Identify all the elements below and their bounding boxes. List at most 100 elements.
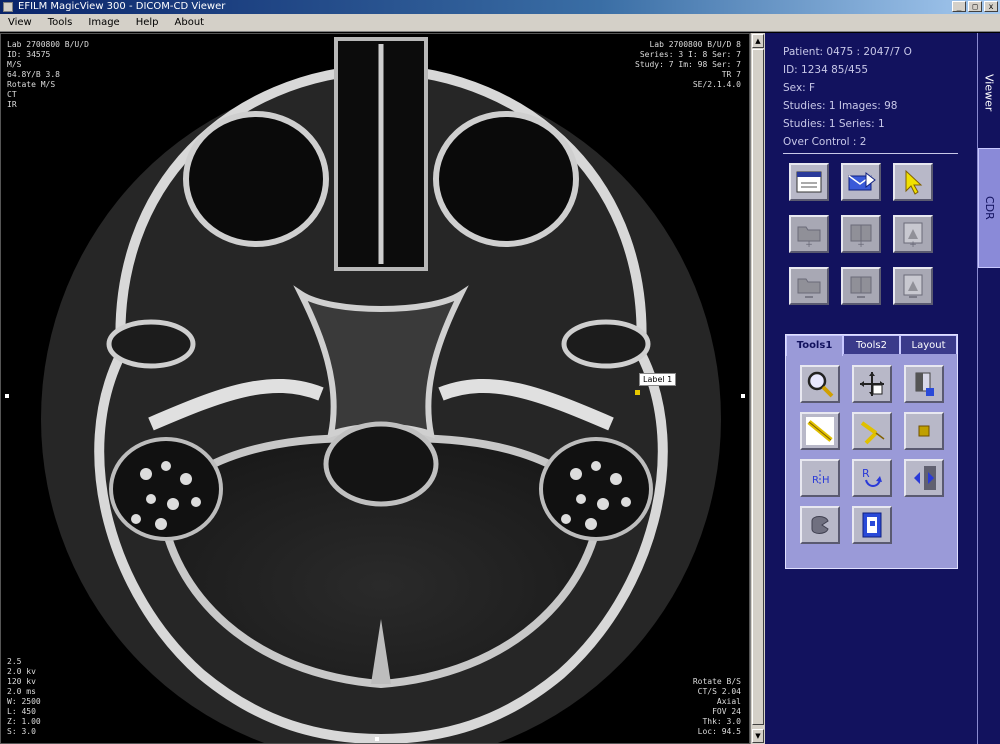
- tools-tab-row: Tools1 Tools2 Layout: [786, 335, 957, 356]
- flip-button[interactable]: RH: [800, 459, 840, 497]
- info-studies-images: Studies: 1 Images: 98: [783, 100, 898, 112]
- info-id: ID: 1234 85/455: [783, 64, 869, 76]
- annotation-marker[interactable]: [635, 390, 640, 395]
- info-studies-series: Studies: 1 Series: 1: [783, 118, 885, 130]
- reset-button[interactable]: [800, 506, 840, 544]
- menu-about[interactable]: About: [167, 14, 213, 31]
- annotation-label[interactable]: Label 1: [639, 373, 677, 386]
- door-exit-icon: [862, 512, 882, 538]
- minimize-button[interactable]: _: [952, 1, 966, 12]
- side-tab-bar: Viewer CDR: [977, 33, 1000, 744]
- arrow-cursor-icon: [905, 169, 923, 195]
- window-title: EFILM MagicView 300 - DICOM-CD Viewer: [18, 1, 226, 12]
- overlay-top-right: Lab 2700800 B/U/D 8 Series: 3 I: 8 Ser: …: [635, 40, 741, 89]
- mastoid-right: [109, 437, 223, 541]
- menu-bar: View Tools Image Help About: [0, 14, 1000, 32]
- stack-add-icon: +: [850, 224, 872, 247]
- tab-layout[interactable]: Layout: [900, 335, 957, 354]
- zoom-button[interactable]: [800, 365, 840, 403]
- tab-tools1[interactable]: Tools1: [786, 335, 843, 356]
- image-add-icon: +: [903, 222, 923, 247]
- overlay-bottom-right: Rotate B/S CT/S 2.04 Axial FOV 24 Thk: 3…: [692, 677, 741, 736]
- contrast-icon: [915, 372, 934, 396]
- scroll-down-button[interactable]: ▼: [752, 729, 764, 743]
- point-icon: [918, 425, 930, 437]
- edge-marker-left: [5, 394, 9, 398]
- tab-tools2[interactable]: Tools2: [843, 335, 900, 354]
- roi-button[interactable]: [904, 412, 944, 450]
- magnifier-icon: [807, 371, 834, 398]
- info-patient: Patient: 0475 : 2047/7 O: [783, 46, 912, 58]
- edge-marker-right: [741, 394, 745, 398]
- overlay-top-left: Lab 2700800 B/U/D ID: 34575 M/S 64.8Y/B …: [7, 40, 89, 109]
- remove-image-button[interactable]: [893, 267, 933, 305]
- menu-help[interactable]: Help: [128, 14, 167, 31]
- svg-text:+: +: [805, 240, 813, 247]
- window-level-button[interactable]: [904, 365, 944, 403]
- image-viewport[interactable]: Lab 2700800 B/U/D ID: 34575 M/S 64.8Y/B …: [0, 33, 750, 744]
- svg-text:+: +: [857, 240, 865, 247]
- add-series-button[interactable]: +: [841, 215, 881, 253]
- ct-scan-image[interactable]: [1, 34, 749, 743]
- invert-icon: [914, 466, 936, 490]
- title-bar: EFILM MagicView 300 - DICOM-CD Viewer _ …: [0, 0, 1000, 14]
- rotate-button[interactable]: R: [852, 459, 892, 497]
- file-toolbar: + + +: [789, 163, 933, 305]
- scroll-up-button[interactable]: ▲: [752, 34, 764, 48]
- orbit-right: [183, 111, 329, 247]
- menu-tools[interactable]: Tools: [40, 14, 81, 31]
- reset-icon: [811, 516, 829, 534]
- info-divider: [783, 153, 958, 154]
- control-panel: Patient: 0475 : 2047/7 O ID: 1234 85/455…: [765, 33, 977, 744]
- measure-button[interactable]: [800, 412, 840, 450]
- pointer-button[interactable]: [893, 163, 933, 201]
- condyle-right: [106, 319, 196, 369]
- pan-button[interactable]: [852, 365, 892, 403]
- tools-panel: Tools1 Tools2 Layout RH R: [785, 334, 958, 569]
- info-control: Over Control : 2: [783, 136, 867, 148]
- add-image-button[interactable]: +: [893, 215, 933, 253]
- app-icon: [3, 2, 13, 12]
- rotate-icon: R: [862, 467, 882, 487]
- send-button[interactable]: [841, 163, 881, 201]
- tools-grid: RH R: [800, 365, 944, 544]
- angle-icon: [860, 421, 885, 445]
- window-button[interactable]: [789, 163, 829, 201]
- add-study-button[interactable]: +: [789, 215, 829, 253]
- export-button[interactable]: [852, 506, 892, 544]
- envelope-icon: [848, 171, 876, 191]
- info-sex: Sex: F: [783, 82, 816, 94]
- folder-remove-icon: [797, 278, 821, 298]
- foramen-magnum: [323, 421, 439, 507]
- ruler-icon: [806, 417, 834, 445]
- svg-text:R: R: [862, 467, 870, 480]
- image-remove-icon: [903, 274, 923, 298]
- stack-remove-icon: [850, 276, 872, 298]
- remove-series-button[interactable]: [841, 267, 881, 305]
- overlay-bottom-left: 2.5 2.0 kv 120 kv 2.0 ms W: 2500 L: 450 …: [7, 657, 41, 736]
- folder-add-icon: +: [797, 226, 821, 247]
- tab-cdr[interactable]: CDR: [978, 148, 1000, 268]
- flip-horizontal-icon: RH: [812, 470, 830, 486]
- mastoid-left: [539, 437, 653, 541]
- svg-text:H: H: [822, 475, 830, 486]
- window-icon: [796, 171, 822, 193]
- remove-study-button[interactable]: [789, 267, 829, 305]
- window-controls: _ □ x: [952, 1, 998, 12]
- close-button[interactable]: x: [984, 1, 998, 12]
- svg-text:+: +: [909, 240, 917, 247]
- angle-button[interactable]: [852, 412, 892, 450]
- tab-viewer[interactable]: Viewer: [978, 43, 1000, 143]
- menu-image[interactable]: Image: [80, 14, 127, 31]
- invert-button[interactable]: [904, 459, 944, 497]
- menu-view[interactable]: View: [0, 14, 40, 31]
- orbit-left: [433, 111, 579, 247]
- svg-text:R: R: [812, 475, 819, 486]
- vertical-scrollbar[interactable]: ▲ ▼: [750, 33, 765, 744]
- condyle-left: [561, 319, 651, 369]
- scroll-thumb[interactable]: [752, 49, 764, 725]
- patient-info: Patient: 0475 : 2047/7 O ID: 1234 85/455…: [783, 43, 912, 151]
- edge-marker-bottom: [375, 737, 379, 741]
- move-hand-icon: [860, 372, 884, 396]
- maximize-button[interactable]: □: [968, 1, 982, 12]
